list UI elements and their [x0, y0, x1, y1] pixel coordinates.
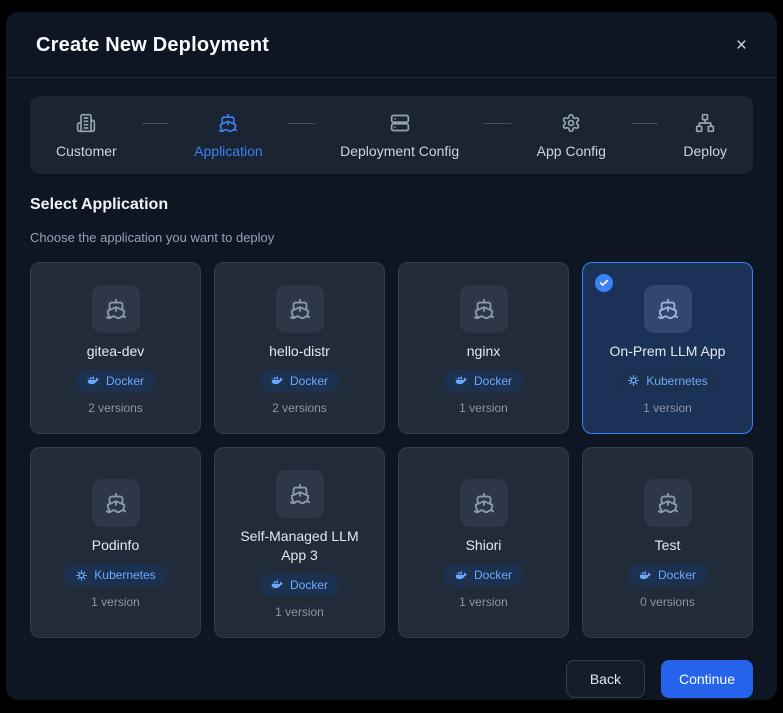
close-icon[interactable]: ×	[736, 36, 747, 55]
app-name: Self-Managed LLM App 3	[240, 527, 359, 563]
step-connector	[631, 122, 659, 124]
app-card-hello-distr[interactable]: hello-distr Docker 2 versions	[214, 262, 385, 434]
runtime-label: Docker	[289, 373, 328, 388]
ship-icon	[643, 479, 692, 528]
app-card-test[interactable]: Test Docker 0 versions	[582, 446, 753, 638]
step-label: Deploy	[683, 143, 727, 159]
step-label: Application	[194, 143, 263, 159]
deployment-stepper: Customer Application Deployment Config A…	[30, 96, 753, 174]
kubernetes-wheel-icon	[627, 374, 640, 387]
app-card-nginx[interactable]: nginx Docker 1 version	[398, 262, 569, 434]
version-count: 1 version	[459, 400, 508, 415]
app-card-podinfo[interactable]: Podinfo Kubernetes 1 version	[30, 446, 201, 638]
step-label: Customer	[56, 143, 117, 159]
kubernetes-wheel-icon	[75, 569, 88, 582]
version-count: 2 versions	[88, 400, 143, 415]
step-deployment-config[interactable]: Deployment Config	[340, 113, 459, 159]
version-count: 2 versions	[272, 400, 327, 415]
app-name: hello-distr	[269, 343, 330, 359]
ship-icon	[91, 285, 140, 333]
app-name: Podinfo	[91, 537, 140, 554]
app-name: Shiori	[465, 537, 502, 554]
building-icon	[76, 113, 96, 133]
step-connector	[287, 122, 315, 124]
ship-icon	[643, 285, 692, 333]
page-title: Select Application	[30, 196, 169, 213]
modal-header: Create New Deployment ×	[6, 12, 777, 78]
runtime-badge: Kubernetes	[616, 369, 719, 392]
step-label: Deployment Config	[340, 143, 460, 159]
step-app-config[interactable]: App Config	[537, 113, 606, 159]
runtime-badge: Docker	[627, 564, 707, 587]
app-name: gitea-dev	[86, 343, 145, 359]
runtime-label: Kubernetes	[646, 373, 708, 388]
app-name: On-Prem LLM App	[609, 343, 726, 359]
create-deployment-modal: Create New Deployment × Customer Applica…	[6, 12, 777, 700]
runtime-label: Docker	[473, 373, 512, 388]
runtime-label: Docker	[473, 568, 512, 583]
modal-footer: Back Continue	[6, 638, 777, 713]
page-subtitle: Choose the application you want to deplo…	[30, 230, 275, 245]
app-card-shiori[interactable]: Shiori Docker 1 version	[398, 446, 569, 638]
version-count: 1 version	[275, 604, 324, 619]
docker-whale-icon	[455, 374, 468, 387]
gear-icon	[561, 113, 581, 133]
version-count: 1 version	[643, 400, 692, 415]
version-count: 0 versions	[640, 595, 695, 610]
back-button[interactable]: Back	[565, 659, 645, 698]
runtime-badge: Docker	[75, 369, 155, 392]
docker-whale-icon	[87, 374, 100, 387]
server-icon	[390, 113, 410, 133]
runtime-badge: Docker	[443, 369, 523, 392]
app-name: nginx	[466, 343, 501, 359]
app-card-gitea-dev[interactable]: gitea-dev Docker 2 versions	[30, 262, 201, 434]
runtime-label: Docker	[105, 373, 144, 388]
runtime-badge: Kubernetes	[64, 564, 167, 587]
docker-whale-icon	[639, 569, 652, 582]
step-connector	[484, 122, 512, 124]
step-application[interactable]: Application	[194, 113, 263, 159]
app-card-on-prem-llm-app[interactable]: On-Prem LLM App Kubernetes 1 version	[582, 262, 753, 434]
version-count: 1 version	[459, 595, 508, 610]
app-card-self-managed-llm-app-3[interactable]: Self-Managed LLM App 3 Docker 1 version	[214, 446, 385, 638]
step-connector	[141, 122, 169, 124]
application-grid: gitea-dev Docker 2 versions hello-distr …	[30, 262, 753, 638]
ship-icon	[275, 285, 324, 333]
ship-icon	[459, 285, 508, 333]
runtime-label: Docker	[657, 568, 696, 583]
ship-icon	[459, 479, 508, 528]
docker-whale-icon	[455, 569, 468, 582]
continue-button[interactable]: Continue	[660, 659, 753, 698]
network-icon	[695, 113, 715, 133]
app-name: Test	[654, 537, 681, 554]
ship-icon	[218, 113, 238, 133]
runtime-badge: Docker	[443, 564, 523, 587]
step-label: App Config	[536, 143, 606, 159]
step-deploy[interactable]: Deploy	[683, 113, 727, 159]
runtime-badge: Docker	[259, 369, 339, 392]
version-count: 1 version	[91, 595, 140, 610]
check-icon	[595, 274, 613, 292]
runtime-label: Docker	[289, 577, 328, 592]
docker-whale-icon	[271, 374, 284, 387]
docker-whale-icon	[271, 578, 284, 591]
ship-icon	[91, 479, 140, 528]
step-customer[interactable]: Customer	[56, 113, 117, 159]
modal-title: Create New Deployment	[36, 34, 270, 56]
runtime-badge: Docker	[259, 573, 339, 596]
runtime-label: Kubernetes	[94, 568, 156, 583]
ship-icon	[275, 469, 324, 518]
